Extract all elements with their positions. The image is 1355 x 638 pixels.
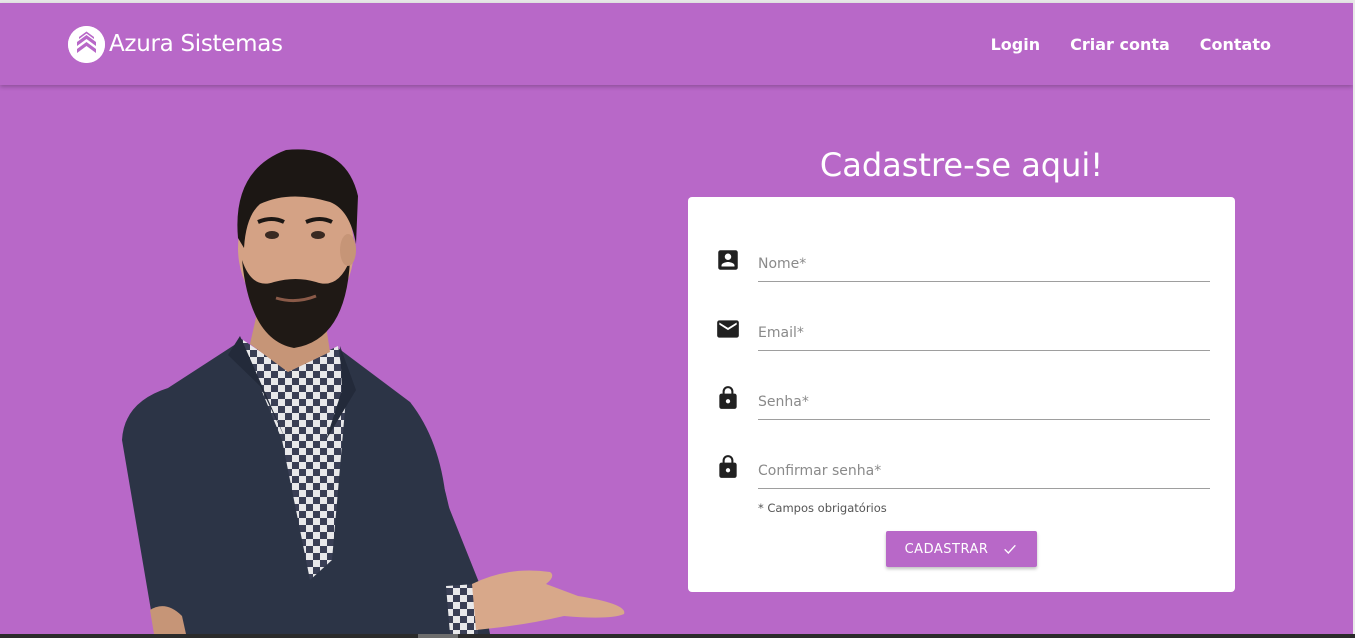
- email-input[interactable]: [758, 316, 1210, 351]
- email-field-row: [688, 316, 1235, 366]
- name-field-row: [688, 247, 1235, 297]
- nav-contact-link[interactable]: Contato: [1200, 31, 1271, 59]
- form-title: Cadastre-se aqui!: [819, 146, 1104, 184]
- navbar: Azura Sistemas Login Criar conta Contato: [0, 3, 1353, 85]
- horizontal-scrollbar[interactable]: [0, 634, 1355, 638]
- main-nav: Login Criar conta Contato: [991, 31, 1271, 59]
- hero-person-image: [122, 149, 625, 634]
- password-input[interactable]: [758, 385, 1210, 420]
- brand[interactable]: Azura Sistemas: [68, 25, 283, 63]
- brand-name: Azura Sistemas: [109, 31, 283, 57]
- required-fields-note: * Campos obrigatórios: [758, 501, 887, 515]
- name-input[interactable]: [758, 247, 1210, 282]
- password-field-row: [688, 385, 1235, 435]
- check-icon: [1004, 544, 1017, 554]
- account-box-icon: [718, 250, 738, 270]
- nav-create-account-link[interactable]: Criar conta: [1070, 31, 1170, 59]
- nav-login-link[interactable]: Login: [991, 31, 1041, 59]
- confirm-password-input[interactable]: [758, 454, 1210, 489]
- lock-icon: [719, 455, 737, 478]
- register-button-label: CADASTRAR: [904, 541, 989, 557]
- confirm-password-field-row: [688, 454, 1235, 504]
- chevrons-up-icon: [68, 25, 105, 63]
- email-icon: [717, 320, 739, 338]
- register-button[interactable]: CADASTRAR: [886, 531, 1037, 567]
- scrollbar-thumb[interactable]: [418, 634, 458, 638]
- lock-icon: [719, 386, 737, 409]
- signup-card: * Campos obrigatórios CADASTRAR: [688, 197, 1235, 592]
